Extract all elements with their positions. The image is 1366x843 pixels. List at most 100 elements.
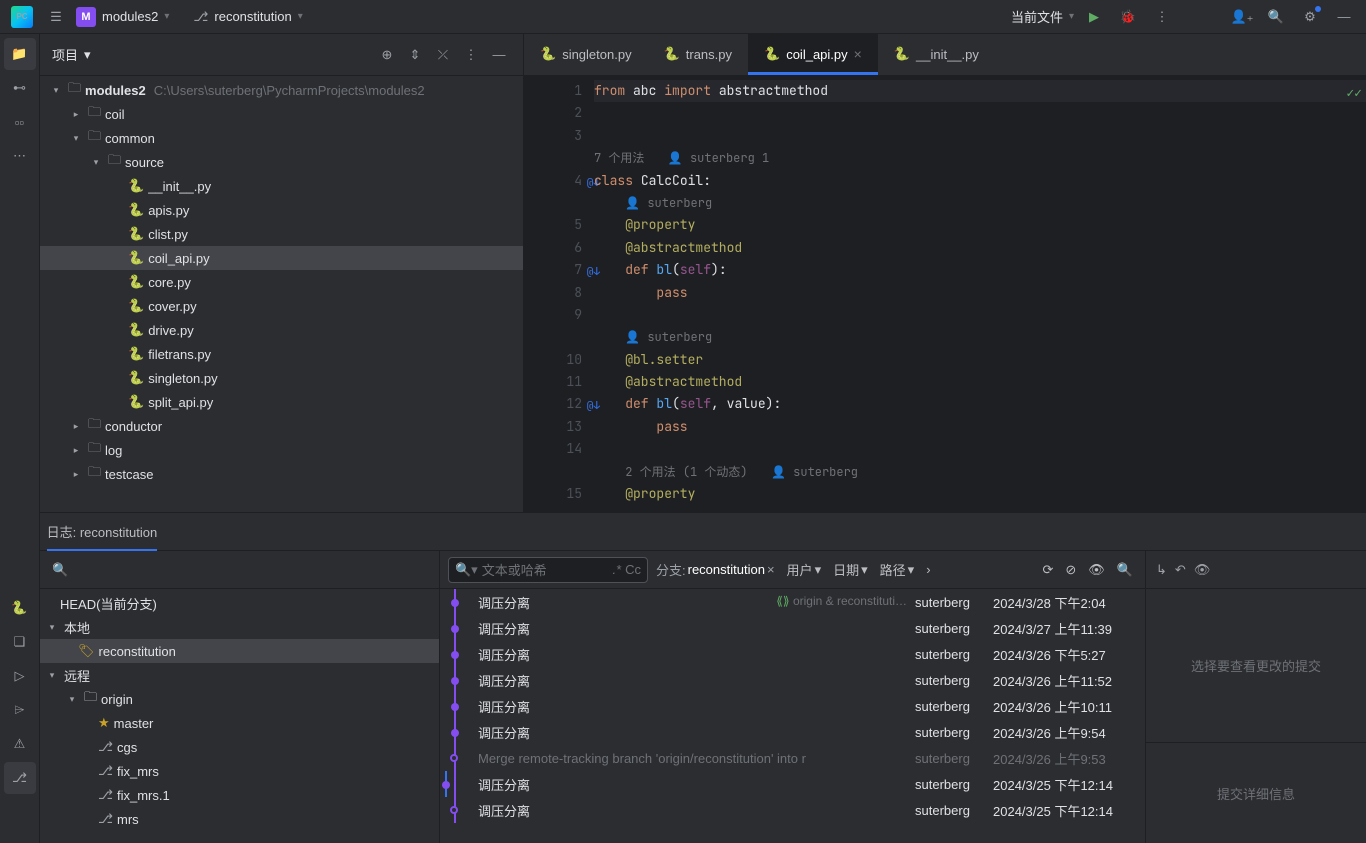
git-log-tab[interactable]: 日志: reconstitution xyxy=(47,513,158,551)
commit-row[interactable]: 调压分离suterberg2024/3/27 上午11:39 xyxy=(440,615,1145,641)
commit-row[interactable]: 调压分离suterberg2024/3/25 下午12:14 xyxy=(440,797,1145,823)
regex-toggle[interactable]: .* xyxy=(612,562,621,577)
structure-tool-button[interactable]: ▫▫ xyxy=(4,106,36,138)
tree-file[interactable]: 🐍core.py xyxy=(40,270,523,294)
packages-icon[interactable]: ❏ xyxy=(4,626,36,658)
code-with-me-icon[interactable]: 👤₊ xyxy=(1228,3,1256,31)
more-icon[interactable]: ⋮ xyxy=(1148,3,1176,31)
commit-row[interactable]: 调压分离suterberg2024/3/26 上午9:54 xyxy=(440,719,1145,745)
branch-item[interactable]: ⎇fix_mrs.1 xyxy=(40,783,439,807)
inspections-ok-icon[interactable]: ✓✓ xyxy=(1346,82,1362,104)
tree-file[interactable]: 🐍clist.py xyxy=(40,222,523,246)
local-group[interactable]: ▾本地 xyxy=(40,615,439,639)
branch-item[interactable]: ⎇mrs xyxy=(40,807,439,831)
tree-folder[interactable]: ▸🗀conductor xyxy=(40,414,523,438)
code-body[interactable]: from abc import abstractmethod 7 个用法 👤 s… xyxy=(594,76,1366,512)
tree-folder[interactable]: ▸🗀coil xyxy=(40,102,523,126)
tree-folder[interactable]: ▸🗀log xyxy=(40,438,523,462)
tree-file[interactable]: 🐍filetrans.py xyxy=(40,342,523,366)
main-menu-icon[interactable]: ☰ xyxy=(42,3,70,31)
project-tool-button[interactable]: 📁 xyxy=(4,38,36,70)
run-config-label[interactable]: 当前文件 xyxy=(1011,7,1063,26)
user-filter[interactable]: 用户▾ xyxy=(783,557,826,583)
tree-folder[interactable]: ▸🗀testcase xyxy=(40,462,523,486)
commit-row[interactable]: 调压分离suterberg2024/3/26 下午5:27 xyxy=(440,641,1145,667)
filter-input[interactable]: 🔍▾ 文本或哈希 .* Cc xyxy=(448,557,648,583)
clear-icon[interactable]: × xyxy=(767,562,775,577)
code-editor[interactable]: 1 2 3 4@↓ 5 6 7@↓ 8 9 10 11 12@↓ 13 14 1… xyxy=(524,76,1366,512)
search-icon[interactable]: 🔍 xyxy=(52,562,68,578)
head-row[interactable]: HEAD(当前分支) xyxy=(40,591,439,615)
cherry-pick-icon[interactable]: ⊘ xyxy=(1061,557,1080,583)
minimize-icon[interactable]: — xyxy=(1330,3,1358,31)
commit-row[interactable]: 调压分离suterberg2024/3/25 下午12:14 xyxy=(440,771,1145,797)
branch-name[interactable]: reconstitution xyxy=(214,9,291,24)
hide-panel-icon[interactable]: — xyxy=(487,43,511,67)
tree-file[interactable]: 🐍__init__.py xyxy=(40,174,523,198)
commit-tool-button[interactable]: ⊷ xyxy=(4,72,36,104)
find-icon[interactable]: 🔍 xyxy=(1113,557,1137,583)
commit-row[interactable]: Merge remote-tracking branch 'origin/rec… xyxy=(440,745,1145,771)
commit-row[interactable]: 调压分离 ⟪⟫ origin & reconstituti…suterberg2… xyxy=(440,589,1145,615)
eye-icon[interactable]: 👁 xyxy=(1084,557,1109,583)
more-tools-icon[interactable]: ⋯ xyxy=(4,140,36,172)
app-logo[interactable]: PC xyxy=(8,3,36,31)
usages-hint[interactable]: 7 个用法 xyxy=(594,150,644,166)
tab-coil-api[interactable]: 🐍coil_api.py× xyxy=(748,33,878,75)
chevron-down-icon[interactable]: ▾ xyxy=(1069,11,1074,22)
options-icon[interactable]: ⋮ xyxy=(459,43,483,67)
branch-item[interactable]: ★master xyxy=(40,711,439,735)
tree-folder[interactable]: ▾🗀common xyxy=(40,126,523,150)
tree-file-selected[interactable]: 🐍coil_api.py xyxy=(40,246,523,270)
preview-icon[interactable]: 👁 xyxy=(1194,562,1211,578)
branch-tree[interactable]: HEAD(当前分支) ▾本地 🏷reconstitution ▾远程 ▾🗀ori… xyxy=(40,589,439,843)
refresh-icon[interactable]: ⟳ xyxy=(1038,557,1057,583)
tree-file[interactable]: 🐍split_api.py xyxy=(40,390,523,414)
project-badge[interactable]: M xyxy=(76,7,96,27)
close-tab-icon[interactable]: × xyxy=(854,46,862,62)
tab-init[interactable]: 🐍__init__.py xyxy=(878,33,995,75)
commit-row[interactable]: 调压分离suterberg2024/3/26 上午11:52 xyxy=(440,667,1145,693)
commit-list[interactable]: 调压分离 ⟪⟫ origin & reconstituti…suterberg2… xyxy=(440,589,1145,843)
usages-hint[interactable]: 2 个用法 (1 个动态) xyxy=(625,464,747,480)
tab-trans[interactable]: 🐍trans.py xyxy=(648,33,748,75)
collapse-all-icon[interactable]: ⤫ xyxy=(431,43,455,67)
tree-file[interactable]: 🐍cover.py xyxy=(40,294,523,318)
chevron-down-icon[interactable]: ▾ xyxy=(298,11,303,22)
git-tool-button[interactable]: ⎇ xyxy=(4,762,36,794)
debug-button[interactable]: 🐞 xyxy=(1114,3,1142,31)
chevron-down-icon[interactable]: ▾ xyxy=(164,11,169,22)
project-name[interactable]: modules2 xyxy=(102,9,158,24)
settings-icon[interactable]: ⚙ xyxy=(1296,3,1324,31)
tab-singleton[interactable]: 🐍singleton.py xyxy=(524,33,648,75)
run-button[interactable]: ▶ xyxy=(1080,3,1108,31)
path-filter[interactable]: 路径▾ xyxy=(876,557,919,583)
commit-filter-bar: 🔍▾ 文本或哈希 .* Cc 分支: reconstitution × 用户▾ … xyxy=(440,551,1145,589)
remote-group[interactable]: ▾远程 xyxy=(40,663,439,687)
problems-icon[interactable]: ⚠ xyxy=(4,728,36,760)
revert-icon[interactable]: ↶ xyxy=(1175,562,1186,578)
date-filter[interactable]: 日期▾ xyxy=(829,557,872,583)
chevron-down-icon[interactable]: ▾ xyxy=(84,47,91,63)
services-icon[interactable]: ▷ xyxy=(4,660,36,692)
python-console-icon[interactable]: 🐍 xyxy=(4,592,36,624)
expand-all-icon[interactable]: ⇕ xyxy=(403,43,427,67)
branch-item[interactable]: ⎇cgs xyxy=(40,735,439,759)
origin-group[interactable]: ▾🗀origin xyxy=(40,687,439,711)
tree-file[interactable]: 🐍singleton.py xyxy=(40,366,523,390)
branch-reconstitution[interactable]: 🏷reconstitution xyxy=(40,639,439,663)
branch-item[interactable]: ⎇fix_mrs xyxy=(40,759,439,783)
select-opened-icon[interactable]: ⊕ xyxy=(375,43,399,67)
tree-folder[interactable]: ▾🗀source xyxy=(40,150,523,174)
tree-file[interactable]: 🐍drive.py xyxy=(40,318,523,342)
branch-filter[interactable]: 分支: reconstitution × xyxy=(652,557,779,583)
tree-root[interactable]: ▾🗀 modules2 C:\Users\suterberg\PycharmPr… xyxy=(40,78,523,102)
tree-file[interactable]: 🐍apis.py xyxy=(40,198,523,222)
next-icon[interactable]: › xyxy=(922,557,934,583)
terminal-icon[interactable]: ⌲ xyxy=(4,694,36,726)
commit-row[interactable]: 调压分离suterberg2024/3/26 上午10:11 xyxy=(440,693,1145,719)
search-icon[interactable]: 🔍 xyxy=(1262,3,1290,31)
tree-icon[interactable]: ↳ xyxy=(1156,562,1167,578)
case-toggle[interactable]: Cc xyxy=(625,562,641,577)
project-tree[interactable]: ▾🗀 modules2 C:\Users\suterberg\PycharmPr… xyxy=(40,76,523,512)
